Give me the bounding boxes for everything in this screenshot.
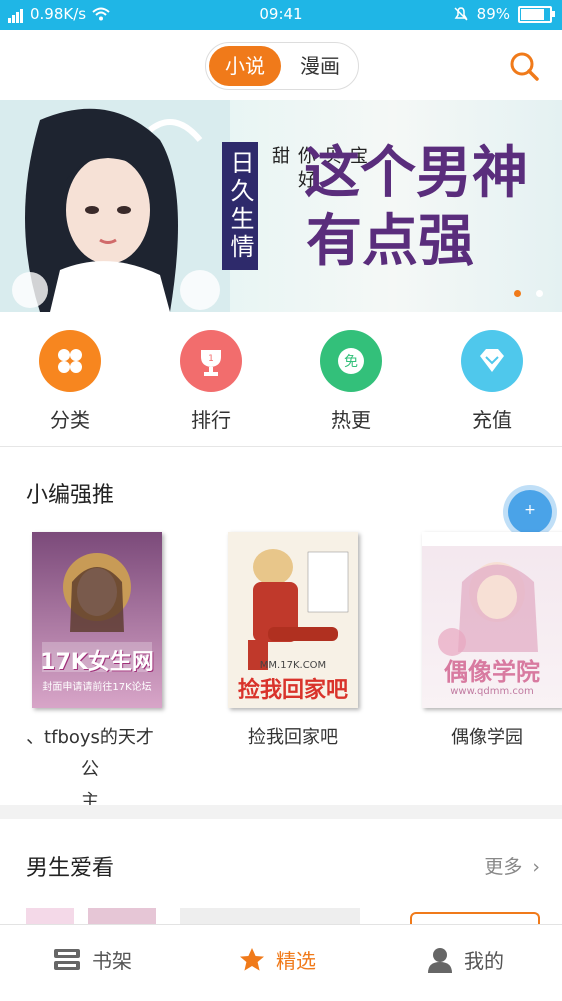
book-cover: 偶像学院 www.qdmm.com xyxy=(422,532,562,708)
free-icon: 免 xyxy=(320,330,382,392)
banner-illustration xyxy=(0,100,230,312)
svg-text:免: 免 xyxy=(344,354,358,370)
book-card[interactable]: 17K女生网 封面申请请前往17K论坛 、tfboys的天才公 主 xyxy=(26,532,172,818)
book-card[interactable]: 偶像学院 www.qdmm.com 偶像学园 xyxy=(422,532,562,754)
section-title-boys: 男生爱看 xyxy=(26,856,115,881)
banner-dot-active[interactable] xyxy=(514,290,521,297)
tab-label: 书架 xyxy=(92,949,132,973)
star-icon xyxy=(240,947,264,971)
tab-mine[interactable]: 我的 xyxy=(426,945,504,974)
book-cover: MM.17K.COM 捡我回家吧 xyxy=(228,532,358,708)
category-ranking[interactable]: 1 排行 xyxy=(166,330,256,433)
more-link[interactable]: 更多 › xyxy=(484,852,540,879)
tab-comic[interactable]: 漫画 xyxy=(284,46,356,86)
book-title-peek xyxy=(180,908,360,924)
section-title-editor-picks: 小编强推 xyxy=(26,483,115,508)
book-title: 偶像学园 xyxy=(451,727,523,748)
banner-dot[interactable] xyxy=(536,290,543,297)
category-label: 热更 xyxy=(331,408,371,432)
status-bar: 0.98K/s 09:41 89% xyxy=(0,0,562,30)
floating-action-button[interactable] xyxy=(508,490,552,534)
top-header: 小说 漫画 xyxy=(0,30,562,100)
book-cover: 17K女生网 封面申请请前往17K论坛 xyxy=(32,532,162,708)
category-classify[interactable]: 分类 xyxy=(25,330,115,433)
mute-bell-icon xyxy=(454,7,468,21)
tab-novel[interactable]: 小说 xyxy=(209,46,281,86)
book-card[interactable]: MM.17K.COM 捡我回家吧 捡我回家吧 xyxy=(228,532,358,754)
category-row: 分类 1 排行 免 热更 充值 xyxy=(0,320,562,446)
bookshelf-icon xyxy=(54,948,80,970)
svg-text:1: 1 xyxy=(208,354,214,364)
chevron-right-icon: › xyxy=(532,856,540,878)
grid-icon xyxy=(39,330,101,392)
category-label: 分类 xyxy=(50,408,90,432)
cover-title: 17K女生网 xyxy=(40,650,154,675)
cover-subtitle: MM.17K.COM xyxy=(259,660,327,671)
banner-tag: 日久生情 xyxy=(222,142,258,270)
category-recharge[interactable]: 充值 xyxy=(447,330,537,433)
cover-title: 偶像学院 xyxy=(444,658,540,686)
promo-banner[interactable]: 日久生情 宝贝，你好甜 这个男神 有点强 xyxy=(0,100,562,312)
book-title: 、tfboys的天才公 xyxy=(26,727,154,780)
banner-title-2: 有点强 xyxy=(306,208,474,274)
book-title: 捡我回家吧 xyxy=(248,727,338,748)
category-hot-update[interactable]: 免 热更 xyxy=(306,330,396,433)
tab-bookshelf[interactable]: 书架 xyxy=(52,945,132,974)
battery-percent: 89% xyxy=(476,5,510,23)
more-label: 更多 xyxy=(484,856,523,878)
category-label: 排行 xyxy=(191,408,231,432)
cover-title: 捡我回家吧 xyxy=(237,678,348,703)
cover-subtitle: 封面申请请前往17K论坛 xyxy=(42,682,152,693)
tab-label: 精选 xyxy=(276,949,316,973)
category-label: 充值 xyxy=(472,408,512,432)
book-cover-peek xyxy=(88,908,156,924)
tab-featured[interactable]: 精选 xyxy=(238,945,316,974)
book-cover-peek xyxy=(26,908,74,924)
search-icon[interactable] xyxy=(508,50,540,82)
diamond-icon xyxy=(461,330,523,392)
trophy-icon: 1 xyxy=(180,330,242,392)
tab-label: 我的 xyxy=(464,949,504,973)
bottom-tab-bar: 书架 精选 我的 xyxy=(0,924,562,1001)
battery-icon xyxy=(518,5,555,23)
section-divider xyxy=(0,805,562,819)
cover-subtitle: www.qdmm.com xyxy=(450,686,534,697)
divider xyxy=(0,446,562,447)
user-icon xyxy=(428,947,452,973)
content-type-toggle: 小说 漫画 xyxy=(205,42,359,90)
